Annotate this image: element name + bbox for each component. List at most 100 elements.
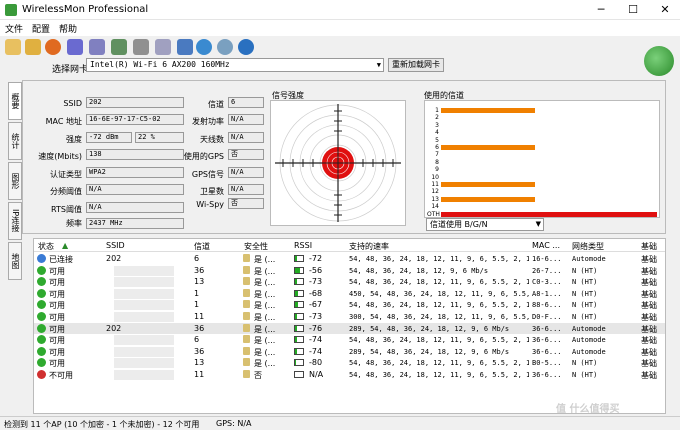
stop-icon[interactable] [67, 39, 83, 55]
col-rates[interactable]: 支持的速率 [349, 241, 389, 252]
row-rssi: -80 [309, 358, 323, 368]
antenna-value: N/A [228, 132, 264, 143]
help-icon[interactable] [238, 39, 254, 55]
table-row[interactable]: 可用 13 是 (... -73 54, 48, 36, 24, 18, 12, 11,… [34, 276, 665, 288]
table-row[interactable]: 可用 11 是 (... -73 300, 54, 48, 36, 24, 18, 12… [34, 311, 665, 323]
tab-summary[interactable]: 概要 [8, 82, 22, 120]
globe-icon[interactable] [196, 39, 212, 55]
menu-help[interactable]: 帮助 [59, 22, 77, 35]
satellite-value: N/A [228, 184, 264, 195]
table-row[interactable]: 可用 36 是 (... -56 54, 48, 36, 24, 18, 12, 9, … [34, 265, 665, 277]
lock-icon [243, 312, 250, 320]
col-security[interactable]: 安全性 [244, 241, 268, 252]
channel-bar-1 [441, 108, 535, 113]
blurred-ssid [114, 370, 174, 380]
row-mac: A8-1... [532, 289, 562, 298]
table-row[interactable]: 可用 6 是 (... -74 54, 48, 36, 24, 18, 12, 11, … [34, 334, 665, 346]
row-status: 可用 [49, 301, 65, 311]
row-mac: 36-6... [532, 336, 562, 345]
tab-graph[interactable]: 图形 [8, 162, 22, 200]
channel-mode-select[interactable]: 信道使用 B/G/N ▼ [426, 218, 544, 231]
nic-select[interactable]: Intel(R) Wi-Fi 6 AX200 160MHz ▼ [86, 58, 384, 72]
maximize-button[interactable]: ☐ [618, 2, 648, 18]
row-type: N (HT) [572, 301, 598, 310]
col-type[interactable]: 网络类型 [572, 241, 604, 252]
col-ssid[interactable]: SSID [106, 241, 125, 250]
row-status: 不可用 [49, 371, 73, 380]
channel-label-1: 1 [435, 107, 439, 114]
menu-file[interactable]: 文件 [5, 22, 23, 35]
rssi-bar [294, 301, 304, 309]
status-dot-icon [37, 335, 46, 345]
col-rssi[interactable]: RSSI [294, 241, 312, 250]
table-row[interactable]: 可用 36 是 (... -74 289, 54, 48, 36, 24, 18, 12… [34, 346, 665, 358]
row-rssi: -73 [309, 277, 323, 287]
row-mac: 16-6... [532, 255, 562, 263]
channel-value: 6 [228, 97, 264, 108]
lock-icon [243, 277, 250, 286]
nic-label: 选择网卡 [52, 65, 89, 75]
signal-radar-svg [275, 104, 401, 222]
menu-config[interactable]: 配置 [32, 22, 50, 35]
row-rates: 450, 54, 48, 36, 24, 18, 12, 11, 9, 6, 5… [349, 289, 529, 298]
row-rssi: -56 [309, 265, 323, 275]
row-channel: 13 [194, 277, 205, 287]
check-icon[interactable] [155, 39, 171, 55]
reload-nic-button[interactable]: 重新加载网卡 [388, 58, 444, 72]
antenna-label: 天线数 [200, 135, 224, 144]
freq-value: 2437 MHz [86, 218, 184, 229]
table-row[interactable]: 不可用 11 否 N/A 54, 48, 36, 24, 18, 12, 11, 9, … [34, 369, 665, 381]
row-channel: 13 [194, 358, 205, 368]
row-mac: 36-6... [532, 347, 562, 356]
row-type: N (HT) [572, 313, 598, 321]
channel-label-9: 9 [435, 166, 439, 174]
row-security: 是 (... [254, 359, 276, 369]
tab-ip[interactable]: IP连接 [8, 202, 22, 240]
app-icon [5, 4, 17, 16]
row-security: 是 (... [254, 278, 276, 288]
tab-map[interactable]: 地图 [8, 242, 22, 280]
sort-asc-icon: ▲ [62, 241, 69, 250]
table-row[interactable]: 已连接 202 6 是 (... -72 54, 48, 36, 24, 18, 12, … [34, 253, 665, 265]
minimize-button[interactable]: ─ [586, 2, 616, 18]
export-icon[interactable] [111, 39, 127, 55]
watermark: 值 什么值得买 [556, 404, 620, 415]
blurred-ssid [114, 312, 174, 322]
table-row[interactable]: 可用 1 是 (... -68 450, 54, 48, 36, 24, 18, 12,… [34, 288, 665, 300]
row-channel: 36 [194, 265, 205, 275]
channel-label-4: 4 [435, 129, 439, 137]
table-row[interactable]: 可用 1 是 (... -67 54, 48, 36, 24, 18, 12, 11, … [34, 299, 665, 311]
tab-stats[interactable]: 统计 [8, 122, 22, 160]
table-row[interactable]: 可用 202 36 是 (... -76 289, 54, 48, 36, 24, 18,… [34, 322, 665, 335]
col-base[interactable]: 基础 [641, 241, 657, 252]
row-channel: 11 [194, 370, 205, 379]
row-type: Automode [572, 347, 606, 356]
record-icon[interactable] [45, 39, 61, 55]
speed-label: 速度(Mbits) [38, 152, 82, 161]
rssi-bar [294, 336, 304, 344]
speed-value: 138 [86, 149, 184, 160]
close-button[interactable]: ✕ [650, 2, 680, 18]
col-status[interactable]: 状态 [38, 241, 54, 252]
open-icon[interactable] [25, 39, 41, 55]
blurred-ssid [114, 288, 174, 299]
print-icon[interactable] [89, 39, 105, 55]
frag-value: N/A [86, 184, 184, 195]
folder-icon[interactable] [5, 39, 21, 55]
col-mac[interactable]: MAC ... [532, 241, 560, 250]
gps-used-value: 否 [228, 149, 264, 160]
settings-icon[interactable] [133, 39, 149, 55]
list-icon[interactable] [177, 39, 193, 55]
col-channel[interactable]: 信道 [194, 241, 210, 252]
row-rates: 54, 48, 36, 24, 18, 12, 11, 9, 6, 5.5, 2… [349, 371, 529, 379]
row-type: Automode [572, 255, 606, 263]
gps-signal-value: N/A [228, 167, 264, 178]
row-rates: 289, 54, 48, 36, 24, 18, 12, 9, 6 Mb/s [349, 347, 510, 356]
row-ssid: 202 [106, 254, 122, 263]
channel-label-6: 6 [435, 144, 439, 151]
wifi-icon[interactable] [217, 39, 233, 55]
row-status: 可用 [49, 289, 65, 299]
blurred-ssid [114, 265, 174, 276]
ap-table-header: 状态 ▲ SSID 信道 安全性 RSSI 支持的速率 MAC ... 网络类型… [34, 239, 665, 252]
table-row[interactable]: 可用 13 是 (... -80 54, 48, 36, 24, 18, 12, 11,… [34, 357, 665, 369]
